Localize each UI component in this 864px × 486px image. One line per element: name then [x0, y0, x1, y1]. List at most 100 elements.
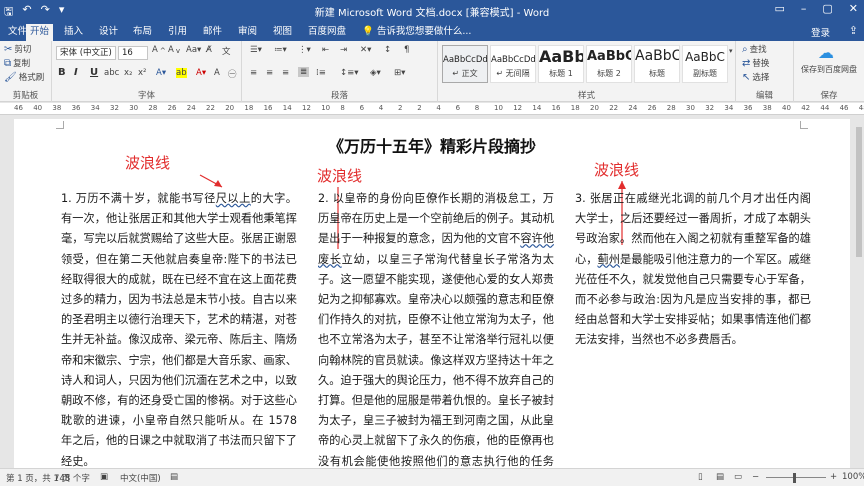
ribbon-display-icon[interactable]: ▭ — [774, 2, 784, 15]
ruler-number: 18 — [244, 104, 254, 112]
find-button[interactable]: ⌕ 查找 — [742, 43, 767, 56]
style-sample: AaBbC — [635, 48, 679, 64]
tab-references[interactable]: 引用 — [164, 24, 191, 41]
ruler-number: 8 — [340, 104, 345, 112]
tab-view[interactable]: 视图 — [269, 24, 296, 41]
save-baidu-button[interactable]: 保存到百度网盘 — [796, 65, 862, 74]
read-mode-icon[interactable]: ▯ — [698, 472, 703, 482]
ruler-number: 46 — [839, 104, 849, 112]
tell-me-box[interactable]: 💡 告诉我您想要做什么... — [358, 24, 475, 41]
style-subtitle[interactable]: AaBbC 副标题 — [682, 45, 728, 83]
shading-icon[interactable]: ◈▾ — [370, 68, 381, 78]
minimize-icon[interactable]: – — [801, 2, 807, 15]
zoom-level[interactable]: 100% — [842, 472, 864, 482]
zoom-slider[interactable] — [766, 477, 826, 478]
align-right-icon[interactable]: ≡ — [282, 68, 289, 78]
tab-insert[interactable]: 插入 — [60, 24, 87, 41]
highlight-icon[interactable]: ab — [176, 68, 187, 78]
tab-design[interactable]: 设计 — [95, 24, 122, 41]
underline-button[interactable]: U — [90, 67, 98, 78]
share-icon[interactable]: ⇪ — [849, 24, 858, 37]
word-count[interactable]: 748 个字 — [54, 472, 90, 484]
align-left-icon[interactable]: ≡ — [250, 68, 257, 78]
tab-mailings[interactable]: 邮件 — [199, 24, 226, 41]
close-icon[interactable]: ✕ — [849, 2, 858, 15]
ruler-number: 44 — [820, 104, 830, 112]
select-button[interactable]: ↖ 选择 — [742, 71, 769, 84]
grow-font-icon[interactable]: A ^ — [152, 45, 166, 55]
zoom-in-icon[interactable]: + — [830, 472, 837, 482]
align-center-icon[interactable]: ≡ — [266, 68, 273, 78]
tab-layout[interactable]: 布局 — [129, 24, 156, 41]
char-shading-icon[interactable]: A — [214, 68, 220, 78]
proofing-icon[interactable]: ▣ — [100, 472, 108, 482]
ruler-number: 32 — [705, 104, 715, 112]
save-group-label: 保存 — [820, 91, 838, 101]
language-status[interactable]: 中文(中国) — [120, 472, 161, 484]
font-name-combo[interactable]: 宋体 (中文正) — [56, 46, 116, 60]
multilevel-list-icon[interactable]: ⋮▾ — [298, 45, 311, 55]
bullets-icon[interactable]: ☰▾ — [250, 45, 262, 55]
subscript-icon[interactable]: x₂ — [124, 68, 132, 78]
vertical-scrollbar[interactable] — [854, 115, 864, 468]
sort-icon[interactable]: ↕ — [384, 45, 391, 55]
borders-icon[interactable]: ⊞▾ — [394, 68, 405, 78]
print-layout-icon[interactable]: ▤ — [716, 472, 724, 482]
tab-review[interactable]: 审阅 — [234, 24, 261, 41]
font-color-icon[interactable]: A▾ — [196, 68, 206, 78]
ruler-number: 4 — [378, 104, 384, 112]
find-label: 查找 — [749, 45, 767, 55]
superscript-icon[interactable]: x² — [138, 68, 146, 78]
font-size-combo[interactable]: 16 — [118, 46, 148, 60]
styles-more-icon[interactable]: ▾ — [729, 47, 733, 55]
copy-button[interactable]: ⧉ 复制 — [4, 57, 30, 70]
shrink-font-icon[interactable]: Av — [168, 45, 180, 55]
maximize-icon[interactable]: ▢ — [822, 2, 832, 15]
arrow-head-3 — [618, 181, 626, 189]
strikethrough-icon[interactable]: abc — [104, 68, 119, 78]
status-bar: 第 1 页，共 1 页 748 个字 ▣ 中文(中国) ▤ ▯ ▤ ▭ − + … — [0, 468, 864, 486]
style-heading-1[interactable]: AaBb 标题 1 — [538, 45, 584, 83]
enclose-char-icon[interactable]: ㊀ — [228, 68, 237, 80]
numbering-icon[interactable]: ≔▾ — [274, 45, 287, 55]
baidu-cloud-icon[interactable]: ☁ — [818, 43, 834, 62]
login-link[interactable]: 登录 — [811, 25, 830, 39]
justify-icon[interactable]: ≣ — [298, 67, 310, 77]
style-normal[interactable]: AaBbCcDd ↵ 正文 — [442, 45, 488, 83]
style-sample: AaBbC — [587, 49, 631, 64]
format-painter-button[interactable]: 🖌 格式刷 — [4, 71, 44, 84]
clipboard-group-label: 剪贴板 — [12, 91, 39, 101]
distributed-icon[interactable]: ⁞≡ — [316, 68, 326, 78]
style-title[interactable]: AaBbC 标题 — [634, 45, 680, 83]
web-layout-icon[interactable]: ▭ — [734, 472, 742, 482]
phonetic-icon[interactable]: 文 — [222, 45, 231, 57]
cut-button[interactable]: ✂ 剪切 — [4, 43, 31, 56]
ruler-number: 30 — [686, 104, 695, 112]
increase-indent-icon[interactable]: ⇥ — [340, 45, 347, 55]
editing-group: ⌕ 查找 ⇄ 替换 ↖ 选择 编辑 — [736, 41, 794, 102]
macro-icon[interactable]: ▤ — [170, 472, 178, 482]
decrease-indent-icon[interactable]: ⇤ — [322, 45, 329, 55]
style-heading-2[interactable]: AaBbC 标题 2 — [586, 45, 632, 83]
show-marks-icon[interactable]: ¶ — [404, 45, 409, 55]
document-page[interactable]: 《万历十五年》精彩片段摘抄 波浪线 波浪线 波浪线 1. 万历不满十岁，就能书写… — [14, 119, 850, 468]
clear-format-icon[interactable]: A̸ — [206, 45, 212, 55]
style-name: ↵ 无间隔 — [496, 69, 530, 78]
bold-button[interactable]: B — [58, 67, 66, 78]
zoom-slider-thumb[interactable] — [793, 473, 796, 483]
ruler-number: 30 — [129, 104, 139, 112]
chinese-layout-icon[interactable]: ✕▾ — [360, 45, 371, 55]
style-no-spacing[interactable]: AaBbCcDd ↵ 无间隔 — [490, 45, 536, 83]
text-effects-icon[interactable]: A▾ — [156, 68, 166, 78]
tab-baidu-netdisk[interactable]: 百度网盘 — [304, 24, 350, 41]
horizontal-ruler[interactable]: 46 40 38 36 34 32 30 28 26 24 22 20 18 16 14 12 10 8 6 4 2 2 4… — [0, 103, 864, 115]
ruler-number: 14 — [532, 104, 542, 112]
style-sample: AaBbC — [685, 50, 725, 64]
italic-button[interactable]: I — [74, 67, 78, 78]
tab-home[interactable]: 开始 — [26, 24, 54, 41]
line-spacing-icon[interactable]: ↕≡▾ — [340, 68, 359, 78]
replace-button[interactable]: ⇄ 替换 — [742, 57, 769, 70]
zoom-out-icon[interactable]: − — [752, 472, 759, 482]
change-case-icon[interactable]: Aa▾ — [186, 45, 201, 55]
scrollbar-thumb[interactable] — [856, 127, 862, 257]
